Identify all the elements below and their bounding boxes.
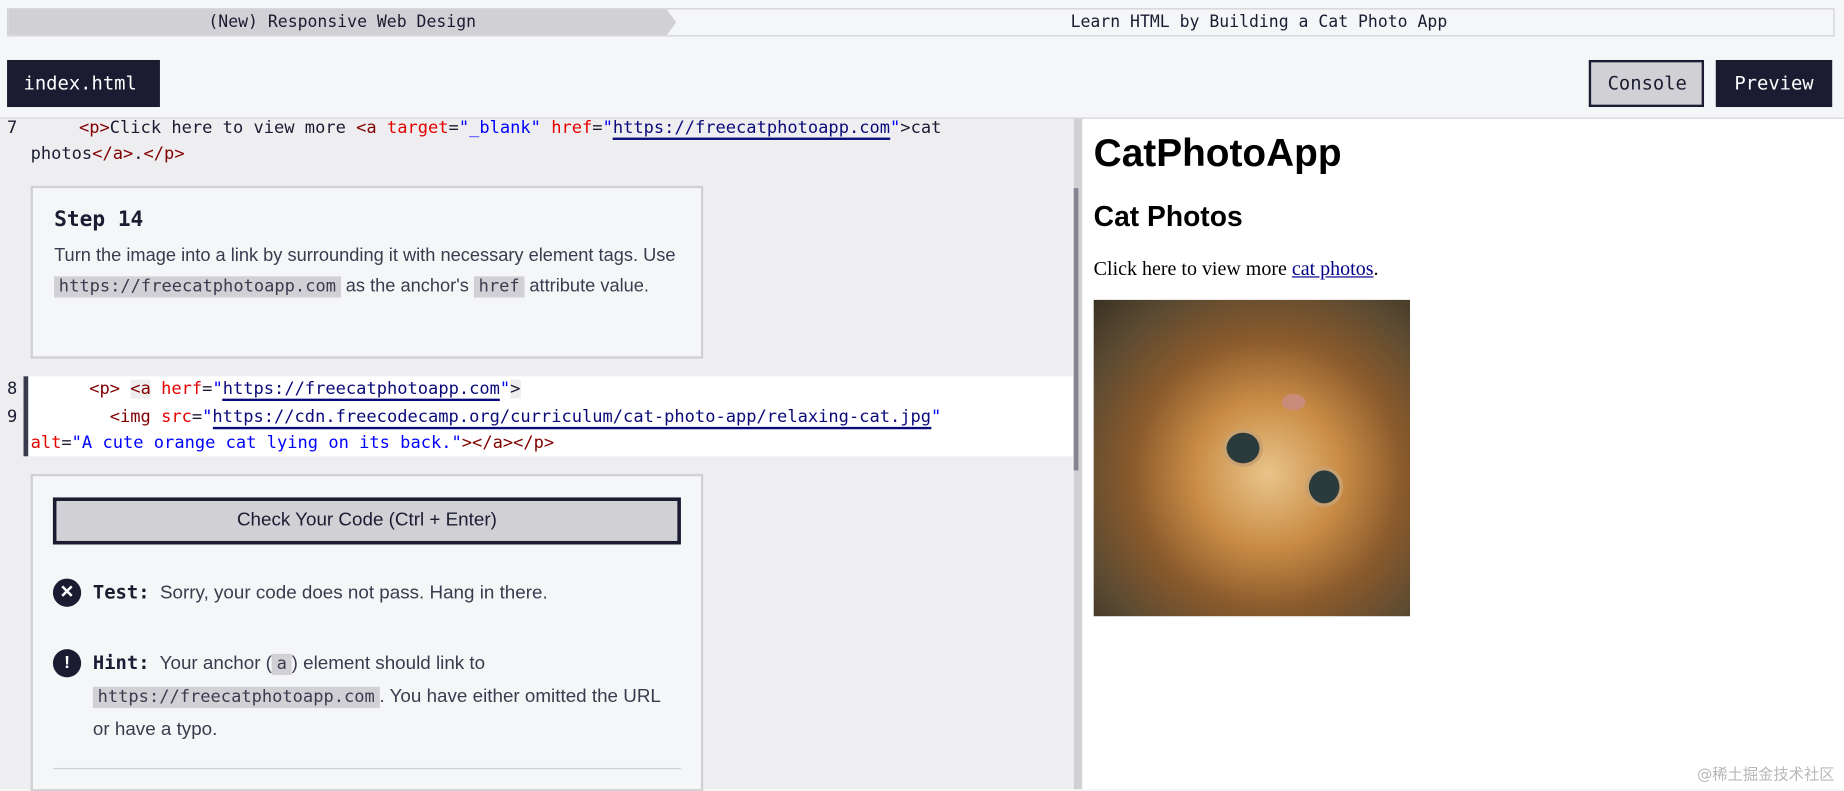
check-code-button[interactable]: Check Your Code (Ctrl + Enter) xyxy=(52,497,681,545)
breadcrumb-course[interactable]: (New) Responsive Web Design xyxy=(8,9,677,36)
code-editor[interactable]: 7 <p>Click here to view more <a target="… xyxy=(0,118,1078,791)
preview-button[interactable]: Preview xyxy=(1715,59,1833,108)
divider xyxy=(52,767,681,770)
code-line-8[interactable]: 8 <p> <a herf="https://freecatphotoapp.c… xyxy=(7,376,521,402)
preview-paragraph: Click here to view more cat photos. xyxy=(1093,257,1379,280)
preview-pane: CatPhotoApp Cat Photos Click here to vie… xyxy=(1083,118,1844,790)
fail-x-icon: ✕ xyxy=(52,578,82,607)
step-title: Step 14 xyxy=(54,206,144,232)
code-line-9[interactable]: 9 <img src="https://cdn.freecodecamp.org… xyxy=(7,405,941,431)
watermark: @稀土掘金技术社区 xyxy=(1696,766,1835,785)
editor-scrollbar[interactable] xyxy=(1073,188,1079,471)
cat-image xyxy=(1093,299,1411,617)
hint-text: Hint: Your anchor (a) element should lin… xyxy=(92,651,661,740)
code-line-7[interactable]: 7 <p>Click here to view more <a target="… xyxy=(7,115,941,141)
breadcrumb: (New) Responsive Web Design Learn HTML b… xyxy=(7,8,1835,37)
step-text: Turn the image into a link by surroundin… xyxy=(54,245,676,298)
test-panel: Check Your Code (Ctrl + Enter) ✕ Test: S… xyxy=(30,473,704,791)
test-result: Test: Sorry, your code does not pass. Ha… xyxy=(92,580,548,604)
cat-photos-link[interactable]: cat photos xyxy=(1292,258,1374,280)
code-line-7-wrap[interactable]: photos</a>.</p> xyxy=(31,141,185,167)
lightbulb-icon: ! xyxy=(52,649,82,678)
step-description: Step 14 Turn the image into a link by su… xyxy=(30,185,704,359)
preview-h1: CatPhotoApp xyxy=(1093,130,1342,175)
preview-h2: Cat Photos xyxy=(1093,201,1243,233)
console-button[interactable]: Console xyxy=(1588,59,1705,108)
breadcrumb-project[interactable]: Learn HTML by Building a Cat Photo App xyxy=(684,9,1833,35)
code-line-9-wrap[interactable]: alt="A cute orange cat lying on its back… xyxy=(31,430,555,456)
file-tab-index[interactable]: index.html xyxy=(7,59,160,108)
